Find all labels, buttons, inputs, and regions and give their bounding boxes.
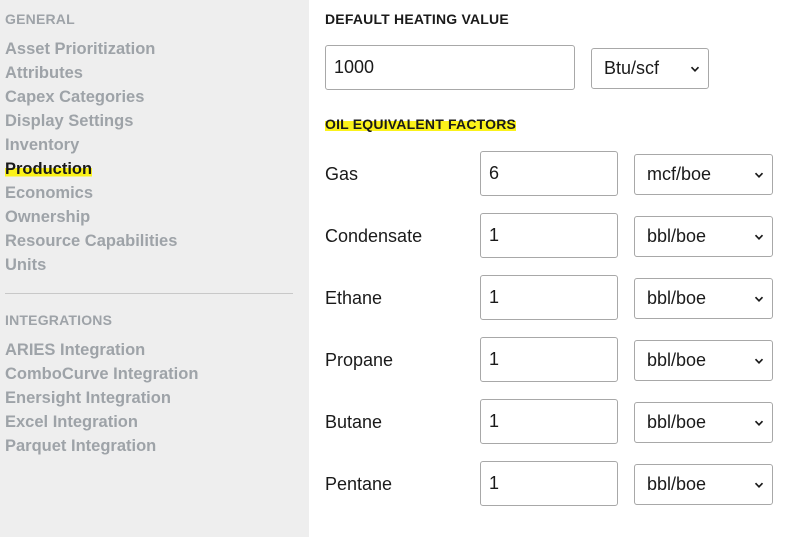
sidebar-item-attributes[interactable]: Attributes [5, 61, 177, 85]
row-label: Pentane [325, 474, 393, 494]
factor-unit-select[interactable]: bbl/boe [634, 216, 773, 257]
oil-equivalent-heading-text: OIL EQUIVALENT FACTORS [325, 116, 517, 132]
sidebar-item-combocurve-integration[interactable]: ComboCurve Integration [5, 362, 198, 386]
sidebar-item-label: Economics [5, 184, 94, 202]
sidebar-divider [5, 293, 293, 294]
select-value: bbl/boe [647, 412, 707, 432]
factor-unit-select[interactable]: bbl/boe [634, 340, 773, 381]
factor-input[interactable] [480, 275, 618, 320]
factor-input[interactable] [480, 461, 618, 506]
sidebar-item-label: ComboCurve Integration [5, 365, 199, 383]
row-label: Gas [325, 164, 359, 184]
sidebar-item-label: Inventory [5, 136, 80, 154]
row-label: Butane [325, 412, 383, 432]
chevron-down-icon [754, 482, 764, 488]
sidebar-item-label: Units [5, 256, 47, 274]
heating-unit-select[interactable]: Btu/scf [591, 48, 709, 89]
select-value: Btu/scf [604, 58, 660, 78]
select-value: bbl/boe [647, 288, 707, 308]
integrations-nav: ARIES Integration ComboCurve Integration… [5, 338, 198, 458]
factor-input[interactable] [480, 151, 618, 196]
select-value: bbl/boe [647, 474, 707, 494]
factor-unit-select[interactable]: bbl/boe [634, 402, 773, 443]
chevron-down-icon [754, 296, 764, 302]
oil-equivalent-heading: OIL EQUIVALENT FACTORS [325, 116, 517, 132]
select-value: mcf/boe [647, 164, 712, 184]
sidebar-item-label: Excel Integration [5, 413, 138, 431]
sidebar-item-ownership[interactable]: Ownership [5, 205, 177, 229]
sidebar-item-resource-capabilities[interactable]: Resource Capabilities [5, 229, 177, 253]
sidebar-item-label: Display Settings [5, 112, 134, 130]
factor-input[interactable] [480, 399, 618, 444]
factor-unit-select[interactable]: bbl/boe [634, 464, 773, 505]
sidebar-item-label: Attributes [5, 64, 83, 82]
general-nav: Asset Prioritization Attributes Capex Ca… [5, 37, 177, 277]
row-label: Propane [325, 350, 394, 370]
chevron-down-icon [754, 172, 764, 178]
sidebar-item-label: Production [5, 160, 93, 178]
select-value: bbl/boe [647, 226, 707, 246]
sidebar-item-label: Capex Categories [5, 88, 145, 106]
sidebar-item-economics[interactable]: Economics [5, 181, 177, 205]
sidebar-item-label: Asset Prioritization [5, 40, 156, 58]
sidebar-item-label: Enersight Integration [5, 389, 171, 407]
sidebar-item-inventory[interactable]: Inventory [5, 133, 177, 157]
sidebar-item-enersight-integration[interactable]: Enersight Integration [5, 386, 198, 410]
sidebar-item-display-settings[interactable]: Display Settings [5, 109, 177, 133]
heating-value-input[interactable] [325, 45, 575, 90]
sidebar-item-parquet-integration[interactable]: Parquet Integration [5, 434, 198, 458]
sidebar-item-label: Ownership [5, 208, 91, 226]
sidebar-item-aries-integration[interactable]: ARIES Integration [5, 338, 198, 362]
row-label: Condensate [325, 226, 423, 246]
settings-sidebar: GENERAL Asset Prioritization Attributes … [0, 0, 309, 537]
factor-unit-select[interactable]: mcf/boe [634, 154, 773, 195]
factor-input[interactable] [480, 213, 618, 258]
chevron-down-icon [754, 358, 764, 364]
sidebar-item-label: Parquet Integration [5, 437, 157, 455]
chevron-down-icon [754, 420, 764, 426]
sidebar-item-label: Resource Capabilities [5, 232, 178, 250]
chevron-down-icon [754, 234, 764, 240]
sidebar-item-asset-prioritization[interactable]: Asset Prioritization [5, 37, 177, 61]
select-value: bbl/boe [647, 350, 707, 370]
sidebar-item-excel-integration[interactable]: Excel Integration [5, 410, 198, 434]
heating-value-heading: DEFAULT HEATING VALUE [325, 11, 509, 27]
section-title-integrations: INTEGRATIONS [5, 312, 113, 328]
sidebar-item-production[interactable]: Production [5, 157, 177, 181]
factor-input[interactable] [480, 337, 618, 382]
production-settings-panel: DEFAULT HEATING VALUE Btu/scf OIL EQUIVA… [309, 0, 811, 537]
sidebar-item-capex-categories[interactable]: Capex Categories [5, 85, 177, 109]
section-title-general: GENERAL [5, 11, 75, 27]
sidebar-item-units[interactable]: Units [5, 253, 177, 277]
sidebar-item-label: ARIES Integration [5, 341, 146, 359]
row-label: Ethane [325, 288, 383, 308]
factor-unit-select[interactable]: bbl/boe [634, 278, 773, 319]
chevron-down-icon [690, 66, 700, 72]
